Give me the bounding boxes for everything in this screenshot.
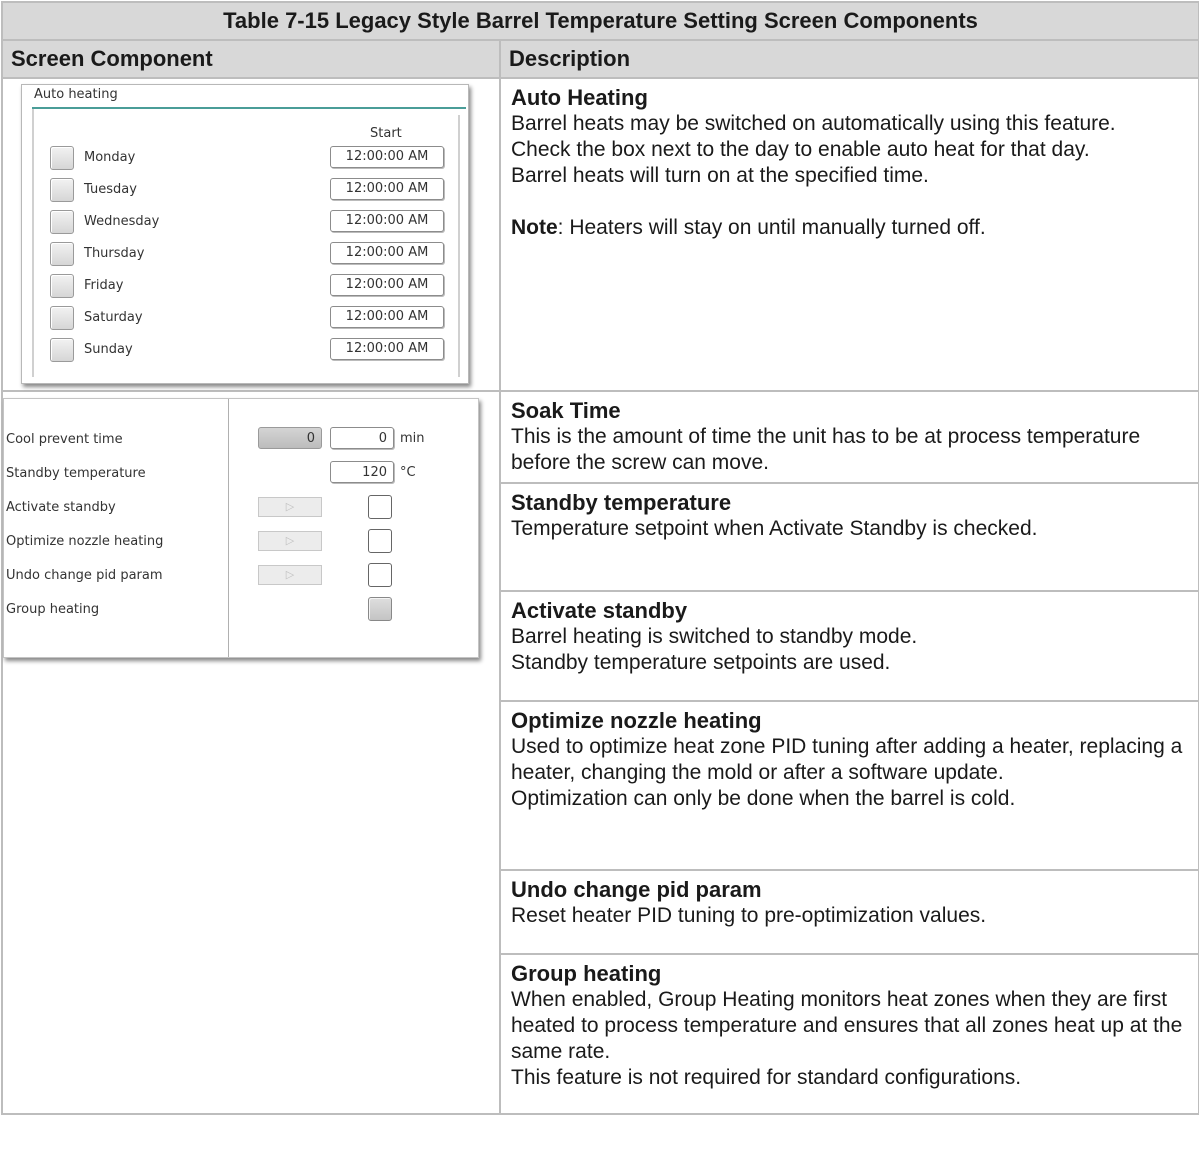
day-row-saturday: Saturday 12:00:00 AM <box>50 306 450 330</box>
note-label: Note <box>511 216 558 239</box>
tuesday-checkbox[interactable] <box>50 178 74 202</box>
day-label: Thursday <box>84 246 145 261</box>
table-title: Table 7-15 Legacy Style Barrel Temperatu… <box>0 1 1199 41</box>
description-text: This is the amount of time the unit has … <box>511 425 1141 474</box>
description-text: Barrel heats will turn on at the specifi… <box>511 164 929 187</box>
description-text: Barrel heating is switched to standby mo… <box>511 625 918 648</box>
components-table: Table 7-15 Legacy Style Barrel Temperatu… <box>0 1 1199 1115</box>
panel-left-border <box>32 109 34 377</box>
activate-standby-checkbox[interactable] <box>368 495 392 519</box>
optimize-nozzle-arrow-button[interactable]: ▷ <box>258 531 322 551</box>
column-header-description: Description <box>498 39 1199 79</box>
column-divider <box>228 399 229 657</box>
undo-change-pid-label: Undo change pid param <box>6 568 163 583</box>
standby-screenshot: Cool prevent time 0 0 min Standby temper… <box>3 398 479 658</box>
day-label: Tuesday <box>84 182 137 197</box>
column-header-component: Screen Component <box>1 39 501 79</box>
day-row-tuesday: Tuesday 12:00:00 AM <box>50 178 450 202</box>
description-title: Optimize nozzle heating <box>511 708 762 733</box>
optimize-nozzle-heating-label: Optimize nozzle heating <box>6 534 164 549</box>
sunday-start-time[interactable]: 12:00:00 AM <box>330 338 444 360</box>
auto-heating-description: Auto Heating Barrel heats may be switche… <box>498 77 1199 392</box>
panel-divider <box>32 107 466 109</box>
undo-change-pid-arrow-button[interactable]: ▷ <box>258 565 322 585</box>
day-label: Monday <box>84 150 136 165</box>
tuesday-start-time[interactable]: 12:00:00 AM <box>330 178 444 200</box>
cool-prevent-time-label: Cool prevent time <box>6 432 123 447</box>
description-text: Temperature setpoint when Activate Stand… <box>511 517 1038 540</box>
description-title: Standby temperature <box>511 490 732 515</box>
soak-time-description: Soak Time This is the amount of time the… <box>498 390 1199 484</box>
cool-prevent-unit: min <box>400 431 425 446</box>
group-heating-checkbox[interactable] <box>368 597 392 621</box>
optimize-nozzle-checkbox[interactable] <box>368 529 392 553</box>
standby-temperature-input[interactable]: 120 <box>330 461 394 483</box>
sunday-checkbox[interactable] <box>50 338 74 362</box>
panel-right-border <box>458 115 460 377</box>
thursday-checkbox[interactable] <box>50 242 74 266</box>
auto-heating-panel-title: Auto heating <box>34 87 118 102</box>
thursday-start-time[interactable]: 12:00:00 AM <box>330 242 444 264</box>
group-heating-description: Group heating When enabled, Group Heatin… <box>498 953 1199 1115</box>
standby-screen-cell: Cool prevent time 0 0 min Standby temper… <box>1 390 501 1115</box>
wednesday-checkbox[interactable] <box>50 210 74 234</box>
optimize-nozzle-heating-description: Optimize nozzle heating Used to optimize… <box>498 700 1199 871</box>
activate-standby-description: Activate standby Barrel heating is switc… <box>498 590 1199 702</box>
description-title: Activate standby <box>511 598 688 623</box>
description-text: Barrel heats may be switched on automati… <box>511 112 1116 135</box>
auto-heating-screen-cell: Auto heating Start Monday 12:00:00 AM Tu… <box>1 77 501 392</box>
wednesday-start-time[interactable]: 12:00:00 AM <box>330 210 444 232</box>
friday-checkbox[interactable] <box>50 274 74 298</box>
saturday-start-time[interactable]: 12:00:00 AM <box>330 306 444 328</box>
undo-change-pid-checkbox[interactable] <box>368 563 392 587</box>
auto-heating-screenshot: Auto heating Start Monday 12:00:00 AM Tu… <box>21 84 469 384</box>
start-column-header: Start <box>370 126 402 141</box>
day-row-thursday: Thursday 12:00:00 AM <box>50 242 450 266</box>
monday-start-time[interactable]: 12:00:00 AM <box>330 146 444 168</box>
group-heating-label: Group heating <box>6 602 100 617</box>
description-text: Check the box next to the day to enable … <box>511 138 1090 161</box>
day-row-sunday: Sunday 12:00:00 AM <box>50 338 450 362</box>
description-text: Optimization can only be done when the b… <box>511 787 1016 810</box>
standby-temperature-label: Standby temperature <box>6 466 146 481</box>
day-row-wednesday: Wednesday 12:00:00 AM <box>50 210 450 234</box>
day-label: Sunday <box>84 342 133 357</box>
note-text: : Heaters will stay on until manually tu… <box>557 216 986 239</box>
day-row-friday: Friday 12:00:00 AM <box>50 274 450 298</box>
activate-standby-arrow-button[interactable]: ▷ <box>258 497 322 517</box>
description-text: Standby temperature setpoints are used. <box>511 651 891 674</box>
description-title: Undo change pid param <box>511 877 762 902</box>
day-label: Wednesday <box>84 214 160 229</box>
standby-temperature-description: Standby temperature Temperature setpoint… <box>498 482 1199 592</box>
description-text: This feature is not required for standar… <box>511 1066 1022 1089</box>
saturday-checkbox[interactable] <box>50 306 74 330</box>
description-title: Group heating <box>511 961 662 986</box>
undo-change-pid-description: Undo change pid param Reset heater PID t… <box>498 869 1199 955</box>
day-label: Saturday <box>84 310 143 325</box>
standby-temperature-unit: °C <box>400 465 416 480</box>
monday-checkbox[interactable] <box>50 146 74 170</box>
day-label: Friday <box>84 278 124 293</box>
description-title: Soak Time <box>511 398 621 423</box>
description-text: When enabled, Group Heating monitors hea… <box>511 988 1183 1063</box>
activate-standby-label: Activate standby <box>6 500 116 515</box>
description-text: Used to optimize heat zone PID tuning af… <box>511 735 1183 784</box>
friday-start-time[interactable]: 12:00:00 AM <box>330 274 444 296</box>
description-title: Auto Heating <box>511 85 648 110</box>
note-line: Note: Heaters will stay on until manuall… <box>511 215 1188 241</box>
cool-prevent-actual-value: 0 <box>258 427 322 449</box>
day-row-monday: Monday 12:00:00 AM <box>50 146 450 170</box>
description-text: Reset heater PID tuning to pre-optimizat… <box>511 904 987 927</box>
cool-prevent-set-input[interactable]: 0 <box>330 427 394 449</box>
